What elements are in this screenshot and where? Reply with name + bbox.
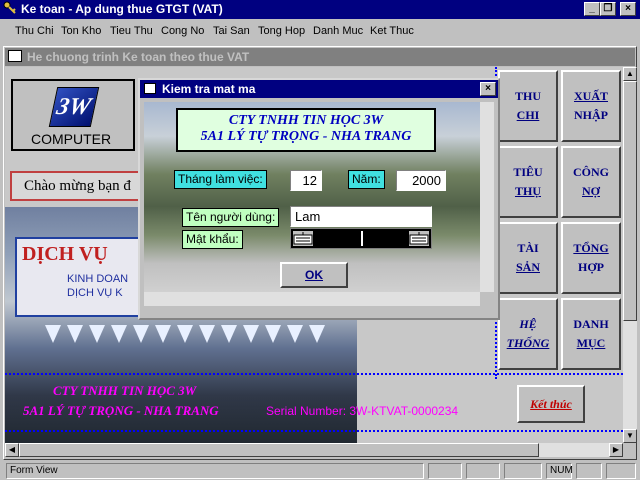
exit-button[interactable]: Kết thúc	[517, 385, 585, 423]
scroll-down-arrow[interactable]: ▼	[623, 429, 637, 443]
scroll-right-arrow[interactable]: ▶	[609, 443, 623, 457]
danh-muc-label-2: MỤC	[576, 336, 606, 350]
thu-chi-button[interactable]: THU CHI	[498, 70, 558, 142]
xuat-nhap-button[interactable]: XUẤT NHẬP	[561, 70, 621, 142]
dialog-photo-background: CTY TNHH TIN HỌC 3W 5A1 LÝ TỰ TRỌNG - NH…	[144, 102, 480, 292]
shop-sign-sub1: KINH DOAN	[67, 273, 129, 285]
password-label: Mật khẩu:	[182, 230, 243, 249]
serial-number: Serial Number: 3W-KTVAT-0000234	[266, 404, 459, 418]
password-divider	[361, 231, 363, 246]
scroll-up-arrow[interactable]: ▲	[623, 67, 637, 81]
tieu-thu-label-1: TIÊU	[513, 165, 543, 179]
password-dialog: Kiem tra mat ma × CTY TNHH TIN HỌC 3W 5A…	[138, 78, 500, 320]
menu-cong-no[interactable]: Cong No	[161, 21, 204, 41]
company-name: CTY TNHH TIN HỌC 3W	[53, 383, 197, 398]
tong-hop-button[interactable]: TỔNG HỢP	[561, 222, 621, 294]
close-button[interactable]: ×	[620, 2, 636, 16]
exit-button-label: Kết thúc	[530, 396, 572, 411]
month-label: Tháng làm việc:	[174, 170, 267, 189]
tong-hop-label-2: HỢP	[578, 260, 604, 274]
welcome-banner: Chào mừng bạn đ	[10, 171, 150, 201]
he-thong-button[interactable]: HỆ THỐNG	[498, 298, 558, 370]
cong-no-label-1: CÔNG	[573, 165, 609, 179]
menu-danh-muc[interactable]: Danh Muc	[313, 21, 363, 41]
status-cell-6	[606, 463, 636, 479]
logo-mark: 3W	[48, 87, 100, 127]
restore-button[interactable]: ❐	[600, 2, 616, 16]
xuat-nhap-label-1: XUẤT	[573, 89, 608, 103]
status-cell-1	[428, 463, 462, 479]
status-cell-5	[576, 463, 602, 479]
year-label: Năm:	[348, 170, 385, 189]
scroll-thumb-vertical[interactable]	[623, 81, 637, 321]
tai-san-button[interactable]: TÀI SẢN	[498, 222, 558, 294]
status-mode: Form View	[6, 463, 424, 479]
form-title: He chuong trinh Ke toan theo thue VAT	[27, 50, 250, 64]
app-title-bar: Ke toan - Ap dung thue GTGT (VAT) _ ❐ ×	[0, 0, 640, 19]
menu-tong-hop[interactable]: Tong Hop	[258, 21, 305, 41]
ok-button[interactable]: OK	[280, 262, 348, 288]
keyboard-icon-left	[293, 231, 313, 246]
shop-sign-big: DỊCH VỤ	[22, 243, 108, 265]
dialog-title-bar: Kiem tra mat ma ×	[140, 80, 498, 98]
photo-lower-area	[357, 325, 497, 443]
app-title: Ke toan - Ap dung thue GTGT (VAT)	[21, 2, 223, 16]
password-input[interactable]	[290, 228, 432, 249]
menu-ton-kho[interactable]: Ton Kho	[61, 21, 101, 41]
status-num: NUM	[546, 463, 573, 479]
dialog-scrollbar[interactable]	[480, 102, 494, 292]
xuat-nhap-label-2: NHẬP	[573, 108, 608, 122]
tai-san-label-2: SẢN	[515, 260, 540, 274]
form-title-bar: He chuong trinh Ke toan theo thue VAT	[5, 48, 635, 66]
scroll-left-arrow[interactable]: ◀	[5, 443, 19, 457]
menu-bar: Thu Chi Ton Kho Tieu Thu Cong No Tai San…	[0, 21, 640, 41]
shop-sign: DỊCH VỤ KINH DOAN DỊCH VỤ K	[15, 237, 145, 317]
he-thong-label-1: HỆ	[519, 317, 537, 331]
ok-button-label: OK	[305, 268, 323, 282]
keyboard-icon-right	[409, 231, 429, 246]
dialog-hscrollbar[interactable]	[144, 292, 480, 306]
status-cell-3	[504, 463, 542, 479]
company-logo: 3W COMPUTER	[11, 79, 135, 151]
danh-muc-label-1: DANH	[573, 317, 609, 331]
company-address: 5A1 LÝ TỰ TRỌNG - NHA TRANG	[23, 403, 219, 418]
shop-sign-sub2: DỊCH VỤ K	[67, 287, 123, 299]
danh-muc-button[interactable]: DANH MỤC	[561, 298, 621, 370]
menu-thu-chi[interactable]: Thu Chi	[15, 21, 54, 41]
logo-text: COMPUTER	[31, 131, 112, 147]
form-icon	[8, 50, 22, 62]
month-input[interactable]: 12	[290, 170, 322, 191]
tieu-thu-button[interactable]: TIÊU THỤ	[498, 146, 558, 218]
menu-tai-san[interactable]: Tai San	[213, 21, 250, 41]
dotted-guide-bottom	[5, 430, 623, 432]
dialog-company-box: CTY TNHH TIN HỌC 3W 5A1 LÝ TỰ TRỌNG - NH…	[176, 108, 436, 152]
username-label: Tên người dùng:	[182, 208, 280, 227]
tai-san-label-1: TÀI	[517, 241, 539, 255]
horizontal-scrollbar[interactable]: ◀ ▶	[5, 443, 623, 457]
thu-chi-label-1: THU	[514, 89, 541, 103]
dialog-company-address: 5A1 LÝ TỰ TRỌNG - NHA TRANG	[200, 129, 412, 144]
cong-no-button[interactable]: CÔNG NỢ	[561, 146, 621, 218]
dialog-icon	[144, 83, 156, 94]
status-cell-2	[466, 463, 500, 479]
dialog-title: Kiem tra mat ma	[162, 82, 256, 96]
year-input[interactable]: 2000	[396, 170, 446, 191]
menu-ket-thuc[interactable]: Ket Thuc	[370, 21, 414, 41]
key-icon	[3, 1, 17, 15]
username-input[interactable]: Lam	[290, 206, 432, 227]
vertical-scrollbar[interactable]: ▲ ▼	[623, 67, 637, 443]
he-thong-label-2: THỐNG	[506, 336, 550, 350]
menu-tieu-thu[interactable]: Tieu Thu	[110, 21, 153, 41]
welcome-text: Chào mừng bạn đ	[24, 178, 131, 194]
minimize-button[interactable]: _	[584, 2, 600, 16]
bunting-flags	[45, 325, 345, 347]
cong-no-label-2: NỢ	[582, 184, 600, 198]
scroll-thumb-horizontal[interactable]	[19, 443, 539, 457]
logo-mark-text: 3W	[54, 94, 94, 120]
dialog-company-name: CTY TNHH TIN HỌC 3W	[228, 113, 384, 128]
tieu-thu-label-2: THỤ	[514, 184, 541, 198]
dialog-close-button[interactable]: ×	[480, 82, 496, 96]
thu-chi-label-2: CHI	[516, 108, 540, 122]
tong-hop-label-1: TỔNG	[573, 241, 609, 255]
